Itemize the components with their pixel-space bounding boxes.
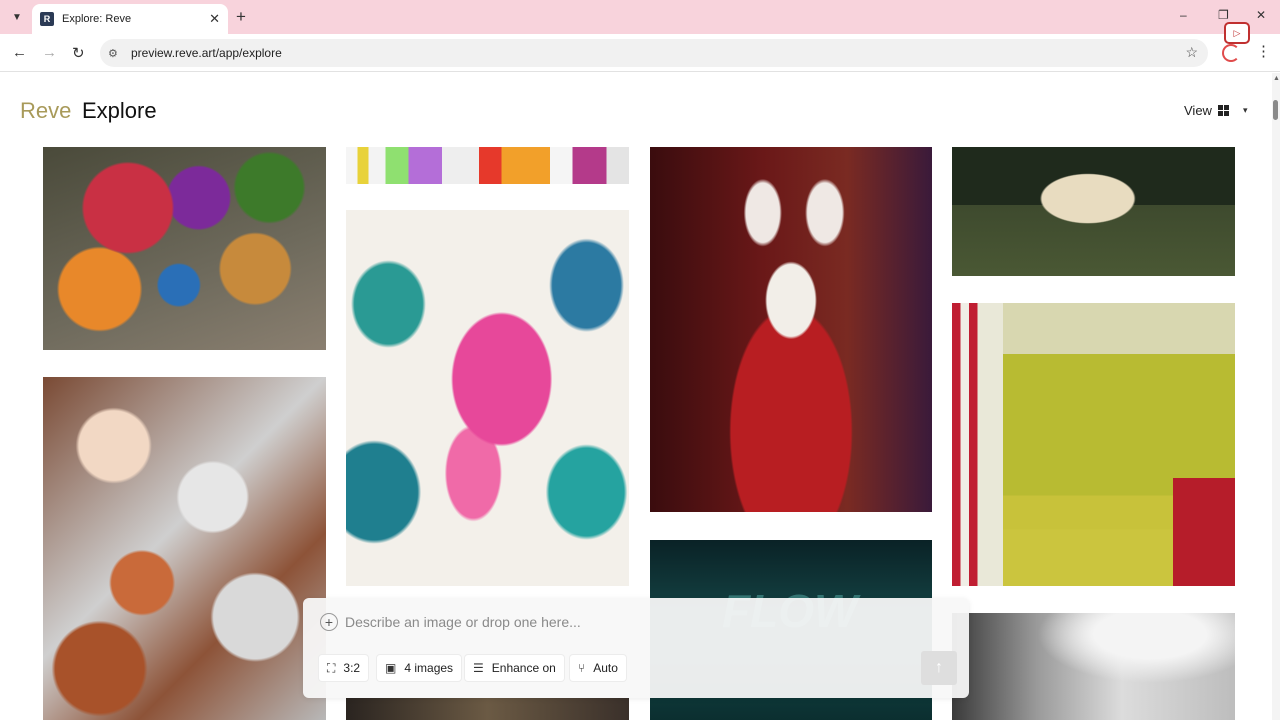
crop-icon: ⛶ xyxy=(327,660,336,675)
aspect-ratio-label: 3:2 xyxy=(343,661,361,675)
images-icon: ▣ xyxy=(385,661,397,675)
gallery-image-colorful-strip[interactable] xyxy=(346,147,629,184)
site-info-tune-icon[interactable]: ⚙ xyxy=(108,47,128,60)
aspect-ratio-button[interactable]: ⛶ 3:2 xyxy=(319,655,369,681)
reve-favicon-icon: R xyxy=(40,12,54,26)
gallery-image-vintage-van[interactable] xyxy=(952,147,1235,276)
chevron-down-icon: ▾ xyxy=(1242,105,1248,115)
view-toggle-button[interactable]: View ▾ xyxy=(1184,103,1247,118)
back-arrow-icon[interactable]: ← xyxy=(12,44,27,61)
prompt-input[interactable] xyxy=(345,610,905,634)
image-count-button[interactable]: ▣ 4 images xyxy=(377,655,462,681)
minimize-button[interactable]: – xyxy=(1180,8,1187,22)
scrollbar-thumb[interactable] xyxy=(1273,100,1278,120)
view-label: View xyxy=(1184,103,1212,118)
page-title: Explore xyxy=(82,98,157,123)
model-select-button[interactable]: ⑂ Auto xyxy=(570,655,626,681)
browser-menu-icon[interactable]: ⋮ xyxy=(1256,42,1271,60)
scroll-up-arrow-icon[interactable]: ▲ xyxy=(1273,75,1280,82)
model-label: Auto xyxy=(593,661,618,675)
close-tab-icon[interactable]: ✕ xyxy=(209,11,220,27)
extension-icon[interactable] xyxy=(1222,44,1240,62)
submit-arrow-up-icon[interactable]: ↑ xyxy=(921,651,957,685)
video-overlay-icon[interactable]: ▷ xyxy=(1224,22,1250,44)
enhance-icon: ☰ xyxy=(473,661,484,675)
tab-title: Explore: Reve xyxy=(62,13,132,25)
enhance-toggle-button[interactable]: ☰ Enhance on xyxy=(465,655,564,681)
gallery-image-pink-tiger[interactable] xyxy=(346,210,629,586)
gallery-image-rabbit-portrait[interactable] xyxy=(650,147,932,512)
image-count-label: 4 images xyxy=(404,661,454,675)
tab-list-chevron-down-icon[interactable]: ▼ xyxy=(8,8,26,26)
grid-view-icon xyxy=(1217,105,1229,116)
forward-arrow-icon[interactable]: → xyxy=(42,44,57,61)
url-text[interactable]: preview.reve.art/app/explore xyxy=(131,46,282,60)
enhance-label: Enhance on xyxy=(491,661,556,675)
browser-tab-strip: ▼ R Explore: Reve ✕ + – ❐ ✕ xyxy=(0,0,1280,34)
reload-icon[interactable]: ↻ xyxy=(72,44,85,62)
browser-tab[interactable]: R Explore: Reve ✕ xyxy=(32,4,228,34)
model-branch-icon: ⑂ xyxy=(578,661,586,675)
gallery-image-liquid-metal[interactable] xyxy=(43,377,326,720)
gallery-image-partial[interactable] xyxy=(346,698,629,720)
address-bar[interactable]: ⚙ preview.reve.art/app/explore ☆ xyxy=(100,39,1208,67)
gallery-image-fruit-still-life[interactable] xyxy=(43,147,326,350)
page-scrollbar[interactable] xyxy=(1272,73,1280,720)
prompt-panel: + ⛶ 3:2 ▣ 4 images ☰ Enhance on ⑂ Auto ↑ xyxy=(303,598,969,698)
brand-logo[interactable]: Reve xyxy=(20,98,71,124)
bookmark-star-icon[interactable]: ☆ xyxy=(1185,44,1198,61)
new-tab-plus-icon[interactable]: + xyxy=(236,7,246,27)
browser-toolbar: ← → ↻ ⚙ preview.reve.art/app/explore ☆ xyxy=(0,34,1280,72)
gallery-image-gray-blur[interactable] xyxy=(952,613,1235,720)
add-image-plus-icon[interactable]: + xyxy=(320,613,338,631)
gallery-image-green-bathroom[interactable] xyxy=(952,303,1235,586)
restore-button[interactable]: ❐ xyxy=(1218,8,1229,22)
close-window-button[interactable]: ✕ xyxy=(1256,8,1266,22)
